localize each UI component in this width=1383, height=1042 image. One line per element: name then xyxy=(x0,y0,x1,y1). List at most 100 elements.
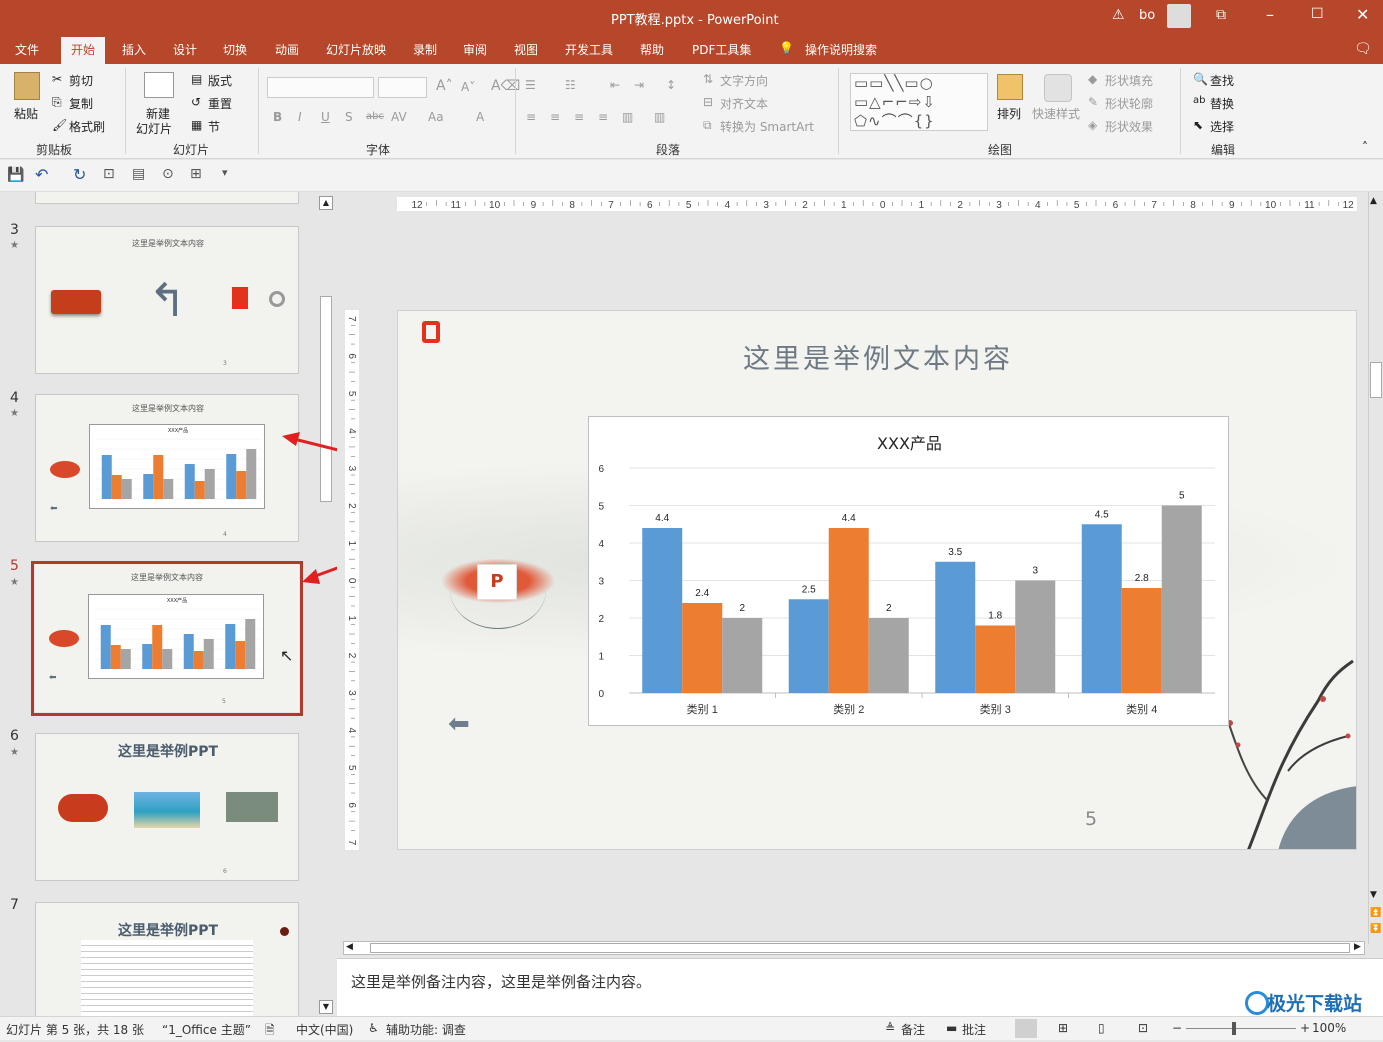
align-text-button[interactable]: 对齐文本 xyxy=(720,95,768,112)
tab-help[interactable]: 帮助 xyxy=(640,41,664,58)
arrange-button[interactable]: 排列 xyxy=(997,105,1021,122)
align-right-icon[interactable]: ≡ xyxy=(574,110,584,124)
section-button[interactable]: 节 xyxy=(208,118,220,135)
align-text-icon[interactable]: ⊟ xyxy=(703,95,713,109)
outline-icon[interactable]: ✎ xyxy=(1088,95,1098,109)
fill-icon[interactable]: ◆ xyxy=(1088,72,1097,86)
comments-icon[interactable]: 🗨 xyxy=(1354,41,1372,57)
paste-icon[interactable] xyxy=(14,72,40,100)
customize-qat-icon[interactable]: ▾ xyxy=(222,166,228,179)
scroll-left-icon[interactable]: ◀ xyxy=(346,942,353,952)
shape-outline-button[interactable]: 形状轮廓 xyxy=(1105,95,1153,112)
save-icon[interactable]: 💾 xyxy=(7,167,24,183)
scroll-thumb[interactable] xyxy=(370,943,1350,953)
scroll-down-icon[interactable]: ▼ xyxy=(1370,890,1377,900)
scroll-right-icon[interactable]: ▶ xyxy=(1354,942,1361,952)
back-arrow-icon[interactable]: ⬅ xyxy=(448,711,470,737)
font-color-icon[interactable]: A xyxy=(476,110,484,124)
reset-button[interactable]: 重置 xyxy=(208,95,232,112)
arrange-icon[interactable] xyxy=(997,74,1023,100)
bold-icon[interactable]: B xyxy=(273,110,282,124)
shape-fill-button[interactable]: 形状填充 xyxy=(1105,72,1153,89)
font-size-select[interactable] xyxy=(378,77,427,98)
maximize-button[interactable]: ☐ xyxy=(1311,6,1324,22)
thumbnail-slide-3[interactable]: 这里是举例文本内容 ↰ 3 xyxy=(35,226,299,374)
scissors-icon[interactable]: ✂ xyxy=(52,72,62,86)
zoom-slider[interactable] xyxy=(1186,1028,1296,1029)
tab-file[interactable]: 文件 xyxy=(15,41,39,58)
new-slide-button-line2[interactable]: 幻灯片 xyxy=(136,120,172,137)
shadow-icon[interactable]: S xyxy=(345,110,353,124)
grow-font-icon[interactable]: A˄ xyxy=(436,78,453,94)
smartart-button[interactable]: 转换为 SmartArt xyxy=(720,118,814,135)
decrease-indent-icon[interactable]: ⇤ xyxy=(610,78,620,92)
brush-icon[interactable]: 🖌 xyxy=(52,118,67,132)
spacing-icon[interactable]: AV xyxy=(391,110,407,124)
bullets-icon[interactable]: ☰ xyxy=(525,78,536,92)
italic-icon[interactable]: I xyxy=(298,110,302,124)
prev-slide-icon[interactable]: ⏫ xyxy=(1370,908,1381,918)
thumbnail-partial[interactable] xyxy=(35,192,299,204)
tell-me-search[interactable]: 操作说明搜索 xyxy=(805,41,877,58)
select-icon[interactable]: ⬉ xyxy=(1193,118,1203,132)
underline-icon[interactable]: U xyxy=(321,110,330,124)
thumbnail-scrollbar[interactable]: ▲ ▼ xyxy=(318,192,335,1016)
notes-pane[interactable]: 这里是举例备注内容，这里是举例备注内容。 xyxy=(337,958,1383,1016)
zoom-out-icon[interactable]: − xyxy=(1172,1021,1182,1035)
format-painter-button[interactable]: 格式刷 xyxy=(69,118,105,135)
effects-icon[interactable]: ◈ xyxy=(1088,118,1097,132)
shrink-font-icon[interactable]: A˅ xyxy=(461,80,475,94)
editor-hscroll[interactable]: ◀ ▶ xyxy=(343,941,1365,955)
numbering-icon[interactable]: ☷ xyxy=(565,78,576,92)
shapes-gallery[interactable]: ▭▭╲╲▭○ ▭△⌐⌐⇨⇩ ⬠∿⌒⌒{} xyxy=(850,73,988,131)
align-center-icon[interactable]: ≡ xyxy=(550,110,560,124)
change-case-icon[interactable]: Aa xyxy=(428,110,444,124)
slideshow-start-icon[interactable]: ⊡ xyxy=(103,166,115,182)
text-direction-button[interactable]: 文字方向 xyxy=(720,72,768,89)
ribbon-display-icon[interactable]: ⧉ xyxy=(1216,7,1226,23)
comments-button[interactable]: 批注 xyxy=(962,1021,986,1038)
copy-icon[interactable]: ⎘ xyxy=(52,95,62,110)
tab-record[interactable]: 录制 xyxy=(413,41,437,58)
slide-title[interactable]: 这里是举例文本内容 xyxy=(398,337,1356,376)
slide-info[interactable]: 幻灯片 第 5 张，共 18 张 xyxy=(6,1021,144,1038)
slideshow-view-icon[interactable]: ⊡ xyxy=(1138,1021,1148,1035)
line-spacing-icon[interactable]: ↕ xyxy=(666,78,676,92)
justify-icon[interactable]: ≡ xyxy=(598,110,608,124)
tab-slideshow[interactable]: 幻灯片放映 xyxy=(326,41,386,58)
new-slide-icon[interactable] xyxy=(144,72,174,98)
scroll-thumb[interactable] xyxy=(1370,362,1382,398)
notes-button[interactable]: 备注 xyxy=(901,1021,925,1038)
thumbnail-slide-4[interactable]: 这里是举例文本内容 ⬅ XXX产品 4 xyxy=(35,394,299,542)
tab-pdf[interactable]: PDF工具集 xyxy=(692,41,751,58)
tab-home[interactable]: 开始 xyxy=(61,37,106,64)
tab-insert[interactable]: 插入 xyxy=(122,41,146,58)
next-slide-icon[interactable]: ⏬ xyxy=(1370,924,1381,934)
font-name-select[interactable] xyxy=(267,77,374,98)
thumbnail-slide-7[interactable]: 这里是举例PPT xyxy=(35,902,299,1016)
normal-view-icon[interactable] xyxy=(1015,1019,1037,1038)
notes-icon[interactable]: ≜ xyxy=(885,1021,895,1035)
quick-styles-icon[interactable] xyxy=(1044,74,1072,102)
align-left-icon[interactable]: ≡ xyxy=(526,110,536,124)
find-icon[interactable]: 🔍 xyxy=(1193,72,1208,86)
slide-sorter-icon[interactable]: ⊞ xyxy=(1058,1021,1068,1035)
textbox-icon[interactable]: ▤ xyxy=(132,166,145,182)
close-button[interactable]: ✕ xyxy=(1356,5,1369,24)
tab-view[interactable]: 视图 xyxy=(514,41,538,58)
present-icon[interactable]: ⊙ xyxy=(162,166,174,182)
comments-icon[interactable]: ▬ xyxy=(946,1021,957,1035)
section-icon[interactable]: ▦ xyxy=(191,118,202,132)
reading-view-icon[interactable]: ▯ xyxy=(1098,1021,1105,1035)
replace-icon[interactable]: ab xyxy=(1193,95,1205,106)
paste-button[interactable]: 粘贴 xyxy=(14,105,38,122)
tab-animations[interactable]: 动画 xyxy=(275,41,299,58)
thumbnail-slide-6[interactable]: 这里是举例PPT 6 xyxy=(35,733,299,881)
select-button[interactable]: 选择 xyxy=(1210,118,1234,135)
chart-frame[interactable]: XXX产品 0 1 2 3 4 5 6 4.4 2.4 2 类别 1 2.5 4.4 2 类别 2 3.5 1.… xyxy=(588,416,1229,726)
cut-button[interactable]: 剪切 xyxy=(69,72,93,89)
zoom-in-icon[interactable]: + xyxy=(1300,1021,1310,1035)
scroll-up-icon[interactable]: ▲ xyxy=(319,196,333,210)
scroll-down-icon[interactable]: ▼ xyxy=(319,1000,333,1014)
scroll-up-icon[interactable]: ▲ xyxy=(1370,196,1377,206)
